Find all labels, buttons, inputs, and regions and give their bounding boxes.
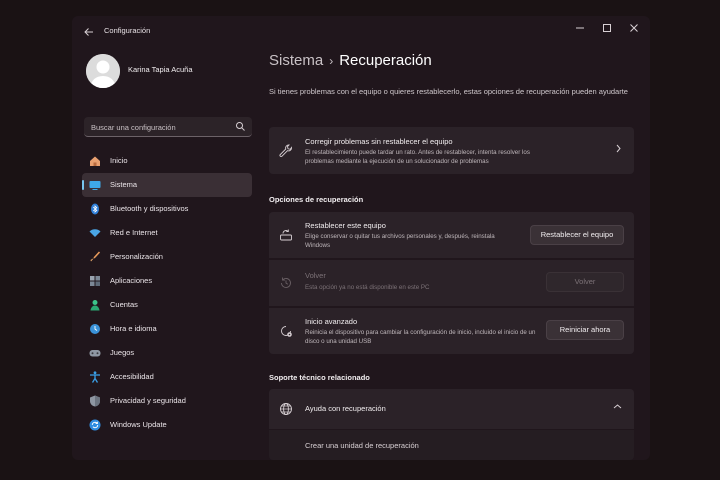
sidebar-item-label: Accesibilidad xyxy=(110,372,154,381)
title-bar: Configuración xyxy=(72,16,650,46)
fix-problems-card[interactable]: Corregir problemas sin restablecer el eq… xyxy=(269,127,634,174)
sidebar-item-label: Cuentas xyxy=(110,300,138,309)
reset-pc-button[interactable]: Restablecer el equipo xyxy=(530,225,624,245)
restart-now-button[interactable]: Reiniciar ahora xyxy=(546,320,624,340)
profile-name: Karina Tapia Acuña xyxy=(128,65,193,74)
recovery-options-heading: Opciones de recuperación xyxy=(269,195,364,204)
wifi-icon xyxy=(89,227,101,239)
maximize-button[interactable] xyxy=(597,22,617,40)
breadcrumb: Sistema › Recuperación xyxy=(269,52,432,74)
apps-icon xyxy=(89,275,101,287)
sidebar-item-personalizacion[interactable]: Personalización xyxy=(82,245,252,269)
sidebar-item-hora[interactable]: Hora e idioma xyxy=(82,317,252,341)
history-icon xyxy=(279,276,293,290)
reset-pc-desc: Elige conservar o quitar tus archivos pe… xyxy=(305,233,495,249)
sidebar-item-label: Bluetooth y dispositivos xyxy=(110,204,189,213)
gamepad-icon xyxy=(89,347,101,359)
shield-icon xyxy=(89,395,101,407)
sidebar-item-label: Privacidad y seguridad xyxy=(110,396,186,405)
go-back-title: Volver xyxy=(305,271,326,280)
minimize-button[interactable] xyxy=(570,22,590,40)
search-placeholder: Buscar una configuración xyxy=(91,123,176,132)
back-arrow-icon[interactable] xyxy=(80,24,98,40)
accessibility-icon xyxy=(89,371,101,383)
settings-window: Configuración Karina Tapia Acuña Buscar … xyxy=(72,16,650,460)
update-icon xyxy=(89,419,101,431)
sidebar-item-label: Windows Update xyxy=(110,420,167,429)
sidebar-item-label: Sistema xyxy=(110,180,138,189)
sidebar-item-label: Red e Internet xyxy=(110,228,158,237)
person-silhouette-icon xyxy=(86,54,120,88)
chevron-right-icon xyxy=(615,144,622,156)
reset-pc-card: Restablecer este equipo Elige conservar … xyxy=(269,212,634,258)
advanced-startup-desc: Reinicia el dispositivo para cambiar la … xyxy=(305,329,536,345)
sidebar-item-aplicaciones[interactable]: Aplicaciones xyxy=(82,269,252,293)
related-support-heading: Soporte técnico relacionado xyxy=(269,373,370,382)
go-back-desc: Esta opción ya no está disponible en est… xyxy=(305,284,430,291)
close-button[interactable] xyxy=(624,22,644,40)
sidebar-item-accesibilidad[interactable]: Accesibilidad xyxy=(82,365,252,389)
sidebar-item-label: Hora e idioma xyxy=(110,324,157,333)
breadcrumb-parent[interactable]: Sistema xyxy=(269,52,323,69)
advanced-startup-icon xyxy=(279,324,293,338)
sidebar-item-red[interactable]: Red e Internet xyxy=(82,221,252,245)
sidebar-item-inicio[interactable]: Inicio xyxy=(82,149,252,173)
wrench-icon xyxy=(279,144,293,158)
globe-icon xyxy=(279,402,293,416)
sidebar-item-cuentas[interactable]: Cuentas xyxy=(82,293,252,317)
sidebar-item-privacidad[interactable]: Privacidad y seguridad xyxy=(82,389,252,413)
person-icon xyxy=(89,299,101,311)
avatar xyxy=(86,54,120,88)
reset-pc-icon xyxy=(279,228,293,242)
fix-problems-title: Corregir problemas sin restablecer el eq… xyxy=(305,137,453,146)
search-input[interactable]: Buscar una configuración xyxy=(84,117,252,137)
chevron-up-icon[interactable] xyxy=(613,402,622,413)
breadcrumb-separator: › xyxy=(329,54,334,68)
reset-pc-title: Restablecer este equipo xyxy=(305,221,386,230)
advanced-startup-title: Inicio avanzado xyxy=(305,317,358,326)
search-icon xyxy=(236,122,245,131)
app-title: Configuración xyxy=(104,26,151,35)
sidebar-item-label: Juegos xyxy=(110,348,135,357)
sidebar-item-label: Personalización xyxy=(110,252,163,261)
sidebar-item-bluetooth[interactable]: Bluetooth y dispositivos xyxy=(82,197,252,221)
intro-text: Si tienes problemas con el equipo o quie… xyxy=(269,87,628,96)
sidebar-item-label: Inicio xyxy=(110,156,128,165)
recovery-help-header[interactable]: Ayuda con recuperación xyxy=(269,389,634,429)
advanced-startup-card: Inicio avanzado Reinicia el dispositivo … xyxy=(269,308,634,354)
user-profile[interactable]: Karina Tapia Acuña xyxy=(86,54,256,94)
go-back-card: Volver Esta opción ya no está disponible… xyxy=(269,260,634,306)
create-recovery-drive-link[interactable]: Crear una unidad de recuperación xyxy=(305,441,419,450)
brush-icon xyxy=(89,251,101,263)
home-icon xyxy=(89,155,101,167)
page-title: Recuperación xyxy=(339,52,432,69)
monitor-icon xyxy=(89,179,101,191)
sidebar-item-windows-update[interactable]: Windows Update xyxy=(82,413,252,437)
go-back-button[interactable]: Volver xyxy=(546,272,624,292)
sidebar-nav: Inicio Sistema Bluetooth y dispositivos … xyxy=(82,149,252,437)
recovery-help-title: Ayuda con recuperación xyxy=(305,404,386,413)
bluetooth-icon xyxy=(89,203,101,215)
sidebar-item-juegos[interactable]: Juegos xyxy=(82,341,252,365)
fix-problems-desc: El restablecimiento puede tardar un rato… xyxy=(305,149,530,165)
sidebar-item-label: Aplicaciones xyxy=(110,276,153,285)
sidebar-item-sistema[interactable]: Sistema xyxy=(82,173,252,197)
clock-globe-icon xyxy=(89,323,101,335)
